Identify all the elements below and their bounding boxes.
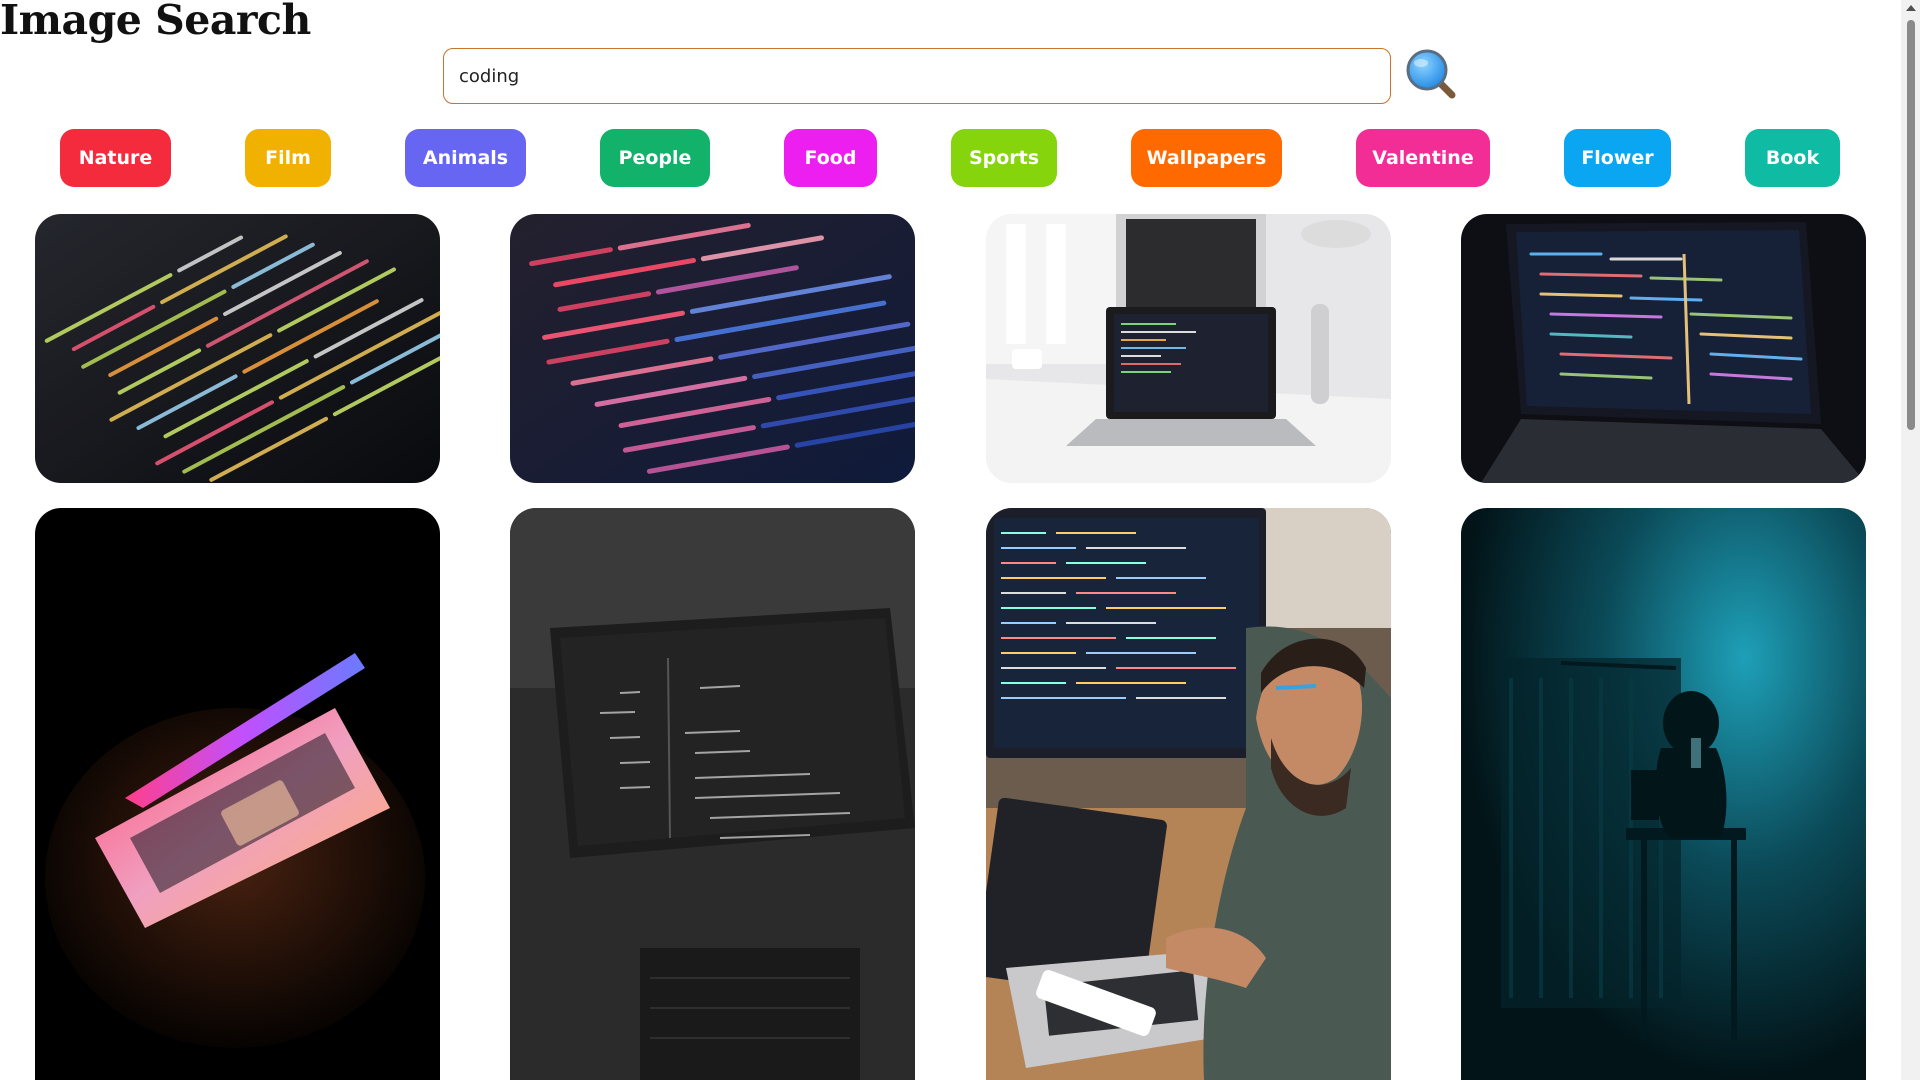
result-image-teal-room[interactable] <box>1461 508 1866 1080</box>
category-nature-button[interactable]: Nature <box>60 129 171 187</box>
category-animals-button[interactable]: Animals <box>405 129 526 187</box>
result-image-glowing-laptop[interactable] <box>35 508 440 1080</box>
category-food-button[interactable]: Food <box>784 129 877 187</box>
laptop-dark-editor-icon <box>1461 214 1866 483</box>
category-sports-button[interactable]: Sports <box>951 129 1057 187</box>
code-editor-closeup-icon <box>35 214 440 483</box>
result-image-developer-workstation[interactable] <box>986 508 1391 1080</box>
category-valentine-button[interactable]: Valentine <box>1356 129 1490 187</box>
scroll-thumb[interactable] <box>1907 20 1915 430</box>
category-book-button[interactable]: Book <box>1745 129 1840 187</box>
glowing-laptop-icon <box>35 508 440 1080</box>
teal-room-silhouette-icon <box>1461 508 1866 1080</box>
results-grid <box>0 214 1900 1080</box>
result-image-code-closeup[interactable] <box>35 214 440 483</box>
result-image-laptop-dark[interactable] <box>1461 214 1866 483</box>
search-input[interactable] <box>443 48 1391 104</box>
monochrome-laptop-icon <box>510 508 915 1080</box>
magnifier-icon <box>1406 49 1456 99</box>
page-title: Image Search <box>0 0 311 44</box>
page-scrollbar[interactable] <box>1901 0 1920 1080</box>
result-image-monochrome-laptop[interactable] <box>510 508 915 1080</box>
svg-code-screen-icon <box>510 214 915 483</box>
search-button[interactable] <box>1403 46 1459 102</box>
laptop-desk-icon <box>986 214 1391 483</box>
category-wallpapers-button[interactable]: Wallpapers <box>1131 129 1282 187</box>
developer-workstation-icon <box>986 508 1391 1080</box>
category-flower-button[interactable]: Flower <box>1564 129 1671 187</box>
result-image-laptop-desk[interactable] <box>986 214 1391 483</box>
category-film-button[interactable]: Film <box>245 129 331 187</box>
scroll-up-arrow-icon[interactable] <box>1906 5 1916 11</box>
category-people-button[interactable]: People <box>600 129 710 187</box>
category-bar: Nature Film Animals People Food Sports W… <box>0 129 1890 187</box>
result-image-svg-code[interactable] <box>510 214 915 483</box>
